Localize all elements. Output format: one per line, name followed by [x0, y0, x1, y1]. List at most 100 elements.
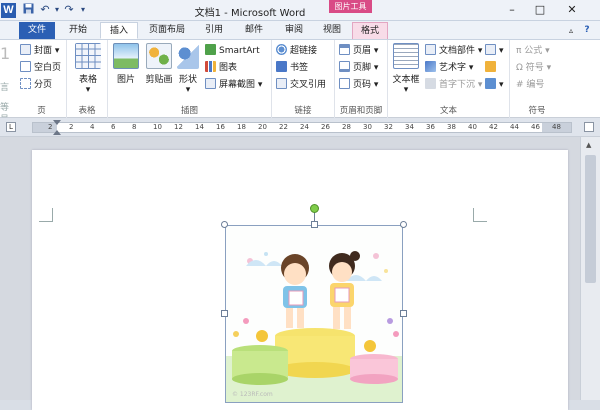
tab-mailings[interactable]: 邮件	[236, 22, 272, 39]
tab-view[interactable]: 视图	[314, 22, 350, 39]
ruler-number: 48	[552, 123, 561, 131]
ruler-number: 8	[132, 123, 137, 131]
wordart-button[interactable]: 艺术字 ▾	[425, 61, 473, 76]
bookmark-icon	[276, 61, 287, 72]
clipart-button[interactable]: 剪贴画	[142, 43, 176, 85]
vertical-scrollbar[interactable]: ▲	[580, 137, 600, 400]
picture-icon	[113, 43, 139, 69]
smartart-button[interactable]: SmartArt	[205, 44, 260, 59]
ruler-number: 28	[342, 123, 351, 131]
table-icon	[75, 43, 101, 69]
ruler-right-icon[interactable]	[584, 122, 594, 132]
group-label-links: 链接	[294, 106, 312, 116]
tab-review[interactable]: 审阅	[276, 22, 312, 39]
ruler-number: 20	[258, 123, 267, 131]
quick-parts-button[interactable]: 文档部件 ▾	[425, 44, 482, 59]
ruler-indent-marker[interactable]	[53, 130, 61, 135]
textbox-button[interactable]: 文本框 ▾	[390, 43, 422, 95]
hyperlink-icon	[276, 44, 287, 55]
horizontal-ruler[interactable]: L 2 2 4 6 8 10 12 14 16 18 20 22 24 26 28 30 32 34 36 38 40 4…	[0, 118, 600, 137]
ruler-indent-marker[interactable]	[53, 120, 61, 125]
ruler-number: 38	[447, 123, 456, 131]
margin-corner-mark	[39, 208, 53, 222]
footer-button[interactable]: 页脚 ▾	[339, 61, 378, 76]
resize-handle-right[interactable]	[400, 310, 407, 317]
cover-page-button[interactable]: 封面 ▾	[20, 44, 59, 59]
signature-line-button[interactable]: ▾	[485, 44, 504, 59]
footer-icon	[339, 61, 350, 72]
left-edge-glyph: 言	[0, 83, 10, 93]
blank-page-button[interactable]: 空白页	[20, 61, 61, 76]
rotation-handle[interactable]	[310, 204, 319, 213]
resize-handle-top[interactable]	[311, 221, 318, 228]
tab-insert[interactable]: 插入	[100, 22, 138, 39]
date-time-button[interactable]	[485, 61, 499, 76]
close-button[interactable]: ✕	[563, 2, 581, 18]
shapes-icon	[177, 43, 199, 69]
tab-references[interactable]: 引用	[196, 22, 232, 39]
ruler-number: 46	[531, 123, 540, 131]
tab-home[interactable]: 开始	[60, 22, 96, 39]
ruler-number: 36	[426, 123, 435, 131]
bookmark-button[interactable]: 书签	[276, 61, 308, 76]
picture-tools-banner: 图片工具	[329, 0, 372, 13]
numbering-button[interactable]: # 编号	[516, 78, 544, 93]
cross-reference-button[interactable]: 交叉引用	[276, 78, 326, 93]
document-page[interactable]: © 123RF.com	[32, 150, 568, 410]
table-button[interactable]: 表格 ▾	[73, 43, 103, 95]
ruler-number: 30	[363, 123, 372, 131]
header-icon	[339, 44, 350, 55]
group-label-header-footer: 页眉和页脚	[339, 106, 383, 116]
ruler-number: 10	[153, 123, 162, 131]
ruler-number: 18	[237, 123, 246, 131]
shapes-button[interactable]: 形状 ▾	[176, 43, 200, 95]
tab-selector-icon[interactable]: L	[6, 122, 16, 132]
resize-handle-top-left[interactable]	[221, 221, 228, 228]
resize-handle-left[interactable]	[221, 310, 228, 317]
symbol-button[interactable]: Ω 符号 ▾	[516, 61, 551, 76]
title-bar: W ↶ ▾ ↷ ▾ 文档1 - Microsoft Word 图片工具 – □ …	[0, 0, 600, 21]
clipart-icon	[146, 43, 172, 69]
drop-cap-icon	[425, 78, 436, 89]
minimize-ribbon-icon[interactable]: ▵	[565, 22, 577, 39]
smartart-icon	[205, 44, 216, 55]
ruler-number: 2	[69, 123, 74, 131]
cover-page-icon	[20, 44, 31, 55]
hyperlink-button[interactable]: 超链接	[276, 44, 317, 59]
tab-file[interactable]: 文件	[19, 22, 55, 39]
ruler-number: 22	[279, 123, 288, 131]
wordart-icon	[425, 61, 436, 72]
object-button[interactable]: ▾	[485, 78, 504, 93]
group-illustrations: 图片 剪贴画 形状 ▾ SmartArt 图表 屏幕截图 ▾ 插图	[108, 40, 272, 118]
picture-watermark: © 123RF.com	[232, 391, 273, 398]
screenshot-button[interactable]: 屏幕截图 ▾	[205, 78, 262, 93]
children-on-podium-illustration	[226, 226, 402, 402]
scroll-up-icon[interactable]: ▲	[586, 141, 591, 149]
help-icon[interactable]: ?	[580, 22, 594, 39]
document-workspace[interactable]: © 123RF.com	[0, 137, 580, 410]
numbering-icon: #	[516, 80, 527, 90]
group-symbols: π 公式 ▾ Ω 符号 ▾ # 编号 符号	[510, 40, 564, 118]
resize-handle-top-right[interactable]	[400, 221, 407, 228]
group-text: 文本框 ▾ 文档部件 ▾ 艺术字 ▾ 首字下沉 ▾ ▾ ▾ 文本	[388, 40, 510, 118]
inserted-picture[interactable]: © 123RF.com	[225, 225, 403, 403]
page-number-button[interactable]: 页码 ▾	[339, 78, 378, 93]
ribbon-tabs: 文件 开始 插入 页面布局 引用 邮件 审阅 视图 格式 ▵ ?	[0, 21, 600, 40]
page-break-button[interactable]: 分页	[20, 78, 52, 93]
drop-cap-button[interactable]: 首字下沉 ▾	[425, 78, 482, 93]
picture-button[interactable]: 图片	[111, 43, 141, 85]
scrollbar-thumb[interactable]	[585, 155, 596, 283]
tab-page-layout[interactable]: 页面布局	[142, 22, 192, 39]
group-links: 超链接 书签 交叉引用 链接	[272, 40, 335, 118]
object-icon	[485, 78, 496, 89]
minimize-button[interactable]: –	[503, 2, 521, 18]
header-button[interactable]: 页眉 ▾	[339, 44, 378, 59]
chart-button[interactable]: 图表	[205, 61, 237, 76]
maximize-button[interactable]: □	[531, 2, 549, 18]
tab-format[interactable]: 格式	[352, 22, 388, 39]
equation-button[interactable]: π 公式 ▾	[516, 44, 550, 59]
signature-line-icon	[485, 44, 496, 55]
group-label-text: 文本	[439, 106, 457, 116]
ruler-number: 6	[111, 123, 116, 131]
group-label-illustrations: 插图	[180, 106, 198, 116]
